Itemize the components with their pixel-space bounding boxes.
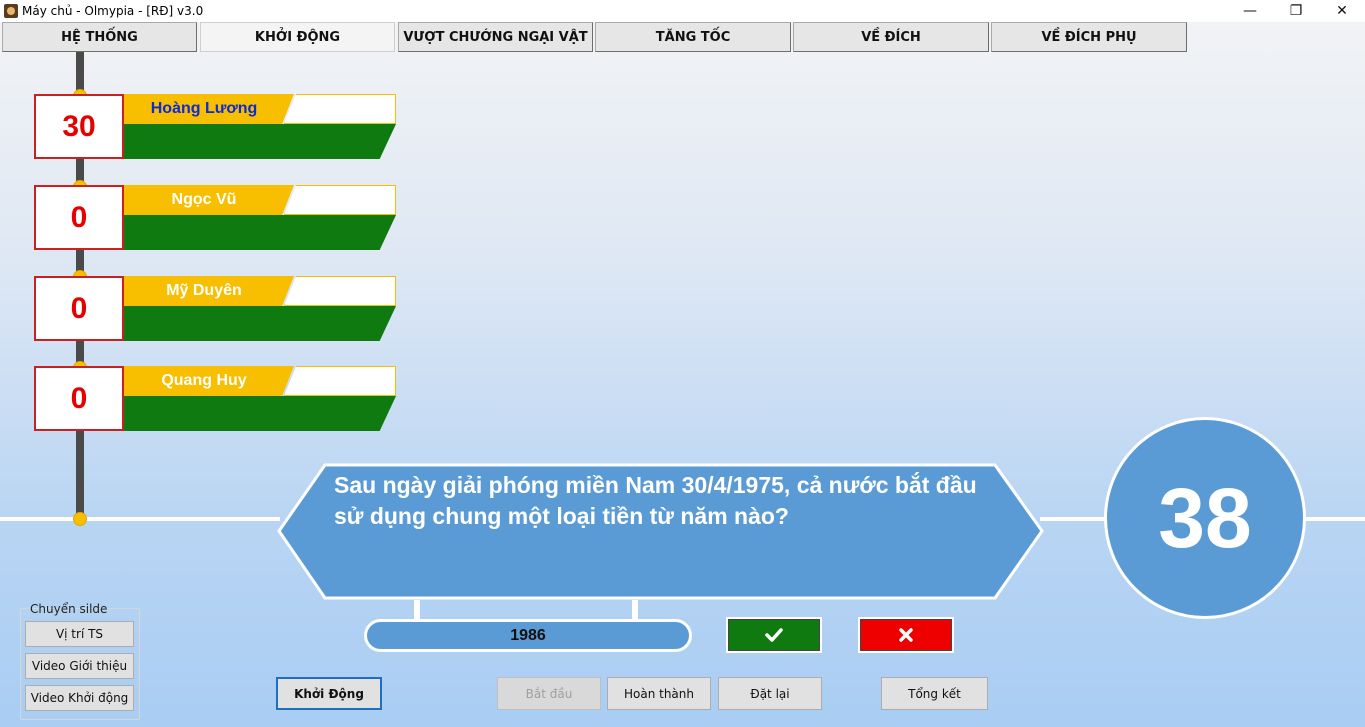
- player-name-bar: Quang Huy: [124, 366, 396, 396]
- player-name-bar: Ngọc Vũ: [124, 185, 396, 215]
- player-position-button[interactable]: Vị trí TS: [25, 621, 134, 647]
- player-name: Ngọc Vũ: [171, 191, 237, 208]
- timer-circle: 38: [1104, 417, 1306, 619]
- title-bar: Máy chủ - Olmypia - [RĐ] v3.0 — ❐ ✕: [0, 0, 1365, 22]
- player-green-bar: [124, 396, 396, 431]
- slide-switch-label: Chuyển silde: [30, 602, 108, 616]
- answer-display: 1986: [364, 619, 692, 652]
- tab-ve-dich-phu[interactable]: VỀ ĐÍCH PHỤ: [991, 22, 1187, 52]
- tab-khoi-dong[interactable]: KHỞI ĐỘNG: [200, 22, 395, 52]
- finish-button[interactable]: Hoàn thành: [607, 677, 711, 710]
- x-icon: [899, 628, 913, 642]
- intro-video-button[interactable]: Video Giới thiệu: [25, 653, 134, 679]
- player-name: Mỹ Duyên: [166, 282, 242, 299]
- wrong-button[interactable]: [858, 617, 954, 653]
- tab-tang-toc[interactable]: TĂNG TỐC: [595, 22, 791, 52]
- close-button[interactable]: ✕: [1319, 0, 1365, 22]
- correct-button[interactable]: [726, 617, 822, 653]
- start-button[interactable]: Bắt đầu: [497, 677, 601, 710]
- player-score: 0: [34, 185, 124, 250]
- player-green-bar: [124, 306, 396, 341]
- app-icon: [4, 4, 18, 18]
- player-score: 0: [34, 366, 124, 431]
- rail-dot-bottom: [73, 512, 87, 526]
- tab-ve-dich[interactable]: VỀ ĐÍCH: [793, 22, 989, 52]
- player-name-bar: Hoàng Lương: [124, 94, 396, 124]
- horizon-line-left: [0, 517, 280, 521]
- answer-post-left: [414, 600, 420, 620]
- check-icon: [765, 628, 783, 642]
- answer-post-right: [632, 600, 638, 620]
- player-name: Hoàng Lương: [150, 100, 258, 117]
- minimize-button[interactable]: —: [1227, 0, 1273, 22]
- player-name: Quang Huy: [161, 372, 247, 389]
- khoi-dong-video-button[interactable]: Video Khởi động: [25, 685, 134, 711]
- horizon-line-right: [1302, 517, 1365, 521]
- window-title: Máy chủ - Olmypia - [RĐ] v3.0: [22, 4, 204, 18]
- tab-he-thong[interactable]: HỆ THỐNG: [2, 22, 197, 52]
- player-green-bar: [124, 215, 396, 250]
- player-score: 0: [34, 276, 124, 341]
- reset-button[interactable]: Đặt lại: [718, 677, 822, 710]
- player-green-bar: [124, 124, 396, 159]
- round-khoi-dong-button[interactable]: Khởi Động: [276, 677, 382, 710]
- summary-button[interactable]: Tổng kết: [881, 677, 988, 710]
- main-area: HỆ THỐNG KHỞI ĐỘNG VƯỢT CHƯỚNG NGẠI VẬT …: [0, 22, 1365, 727]
- question-text: Sau ngày giải phóng miền Nam 30/4/1975, …: [334, 472, 977, 529]
- tab-vuot-chuong-ngai-vat[interactable]: VƯỢT CHƯỚNG NGẠI VẬT: [398, 22, 593, 52]
- horizon-line-mid: [1040, 517, 1110, 521]
- player-name-bar: Mỹ Duyên: [124, 276, 396, 306]
- maximize-button[interactable]: ❐: [1273, 0, 1319, 22]
- player-score: 30: [34, 94, 124, 159]
